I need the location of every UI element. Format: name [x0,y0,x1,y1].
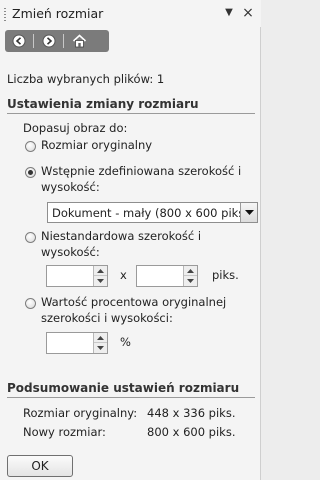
times-sign: x [120,268,127,282]
settings-heading: Ustawienia zmiany rozmiaru [7,97,199,111]
predefined-size-select-value: Dokument - mały (800 x 600 pikse [52,206,252,220]
custom-size-unit: piks. [212,268,239,282]
stepper-up-button[interactable] [184,266,197,276]
original-size-value: 448 x 336 piks. [147,406,236,420]
triangle-down-icon [97,346,104,350]
stepper-down-button[interactable] [94,276,107,286]
radio-percent-size[interactable] [25,298,36,309]
custom-height-stepper[interactable] [136,265,198,287]
radio-predefined-size-label[interactable]: Wstępnie zdefiniowana szerokość i [41,164,241,178]
radio-predefined-size-label-line2[interactable]: wysokość: [41,180,100,194]
pane-navigation-bar [5,30,109,52]
stepper-buttons [93,333,107,353]
stepper-up-button[interactable] [94,266,107,276]
select-dropdown-button[interactable] [240,203,257,222]
nav-separator [33,34,34,48]
summary-divider [7,397,255,398]
predefined-size-select[interactable]: Dokument - mały (800 x 600 pikse [47,202,258,223]
forward-button[interactable] [38,32,60,50]
percent-unit: % [120,335,131,349]
triangle-up-icon [97,268,104,273]
triangle-down-icon [187,279,194,283]
stepper-buttons [183,266,197,286]
selected-files-count: Liczba wybranych plików: 1 [7,72,165,86]
radio-original-size[interactable] [25,141,36,152]
stepper-down-button[interactable] [184,276,197,286]
settings-divider [7,113,255,114]
chevron-down-icon: ▼ [225,7,233,18]
custom-width-stepper[interactable] [46,265,108,287]
radio-percent-size-label[interactable]: Wartość procentowa oryginalnej [41,295,226,309]
chevron-down-icon [244,209,254,215]
new-size-label: Nowy rozmiar: [23,425,106,439]
radio-predefined-size[interactable] [25,167,36,178]
radio-original-size-label[interactable]: Rozmiar oryginalny [41,138,152,152]
back-button[interactable] [8,32,30,50]
triangle-down-icon [97,279,104,283]
pane-close-button[interactable]: × [240,4,256,22]
radio-custom-size-label[interactable]: Niestandardowa szerokość i [41,229,201,243]
ok-button[interactable]: OK [7,455,73,477]
radio-percent-size-label-line2[interactable]: szerokości i wysokości: [41,311,173,325]
home-icon [72,34,86,48]
percent-value-stepper[interactable] [46,332,108,354]
pane-title: Zmień rozmiar [12,6,104,21]
drag-grip-icon[interactable] [4,8,6,21]
triangle-up-icon [187,268,194,273]
radio-custom-size[interactable] [25,232,36,243]
pane-title-bar: Zmień rozmiar ▼ × [0,0,261,27]
summary-heading: Podsumowanie ustawień rozmiaru [7,381,240,395]
stepper-down-button[interactable] [94,343,107,353]
back-arrow-icon [12,34,26,48]
forward-arrow-icon [42,34,56,48]
stepper-buttons [93,266,107,286]
new-size-value: 800 x 600 piks. [147,425,236,439]
pane-options-button[interactable]: ▼ [221,4,237,22]
triangle-up-icon [97,335,104,340]
home-button[interactable] [68,32,90,50]
nav-separator [63,34,64,48]
fit-image-label: Dopasuj obraz do: [23,121,128,135]
resize-task-pane: Zmień rozmiar ▼ × Liczba wybranych plikó… [0,0,261,480]
original-size-label: Rozmiar oryginalny: [23,406,138,420]
stepper-up-button[interactable] [94,333,107,343]
radio-custom-size-label-line2[interactable]: wysokość: [41,245,100,259]
